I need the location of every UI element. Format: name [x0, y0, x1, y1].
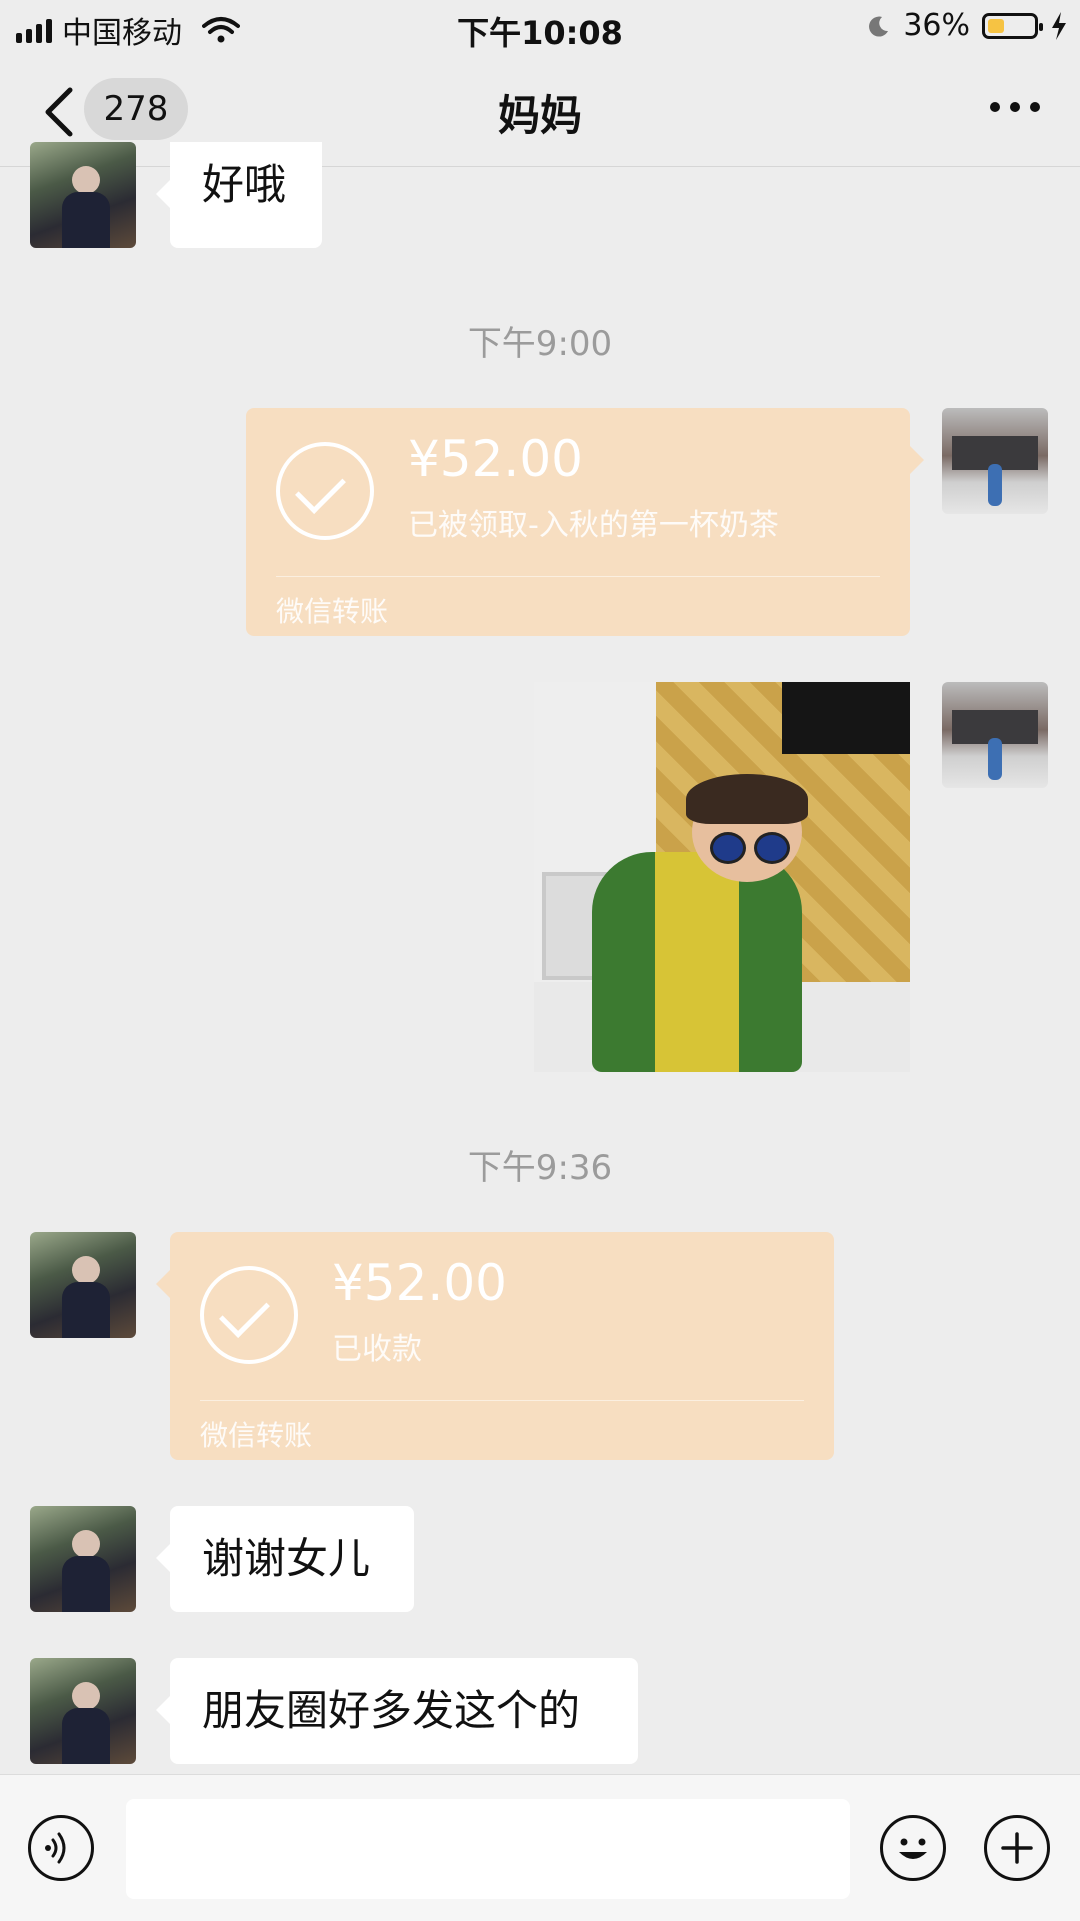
avatar-mom[interactable]: [30, 1506, 136, 1612]
message-bubble: 好哦: [156, 142, 322, 248]
avatar-mom[interactable]: [30, 1232, 136, 1338]
moon-icon: [869, 16, 889, 37]
transfer-note: 已被领取-入秋的第一杯奶茶: [408, 508, 779, 543]
avatar-mom[interactable]: [30, 142, 136, 248]
message-text: 谢谢女儿: [202, 1534, 371, 1583]
charging-icon: [1052, 11, 1066, 40]
avatar-mom[interactable]: [30, 1658, 136, 1764]
chat-title: 妈妈: [497, 91, 582, 140]
check-icon: [276, 442, 374, 540]
emoji-icon[interactable]: [880, 1815, 946, 1881]
transfer-card-received[interactable]: ¥52.00 已收款 微信转账: [156, 1232, 834, 1460]
status-right: 36%: [867, 8, 1068, 43]
transfer-amount: ¥52.00: [408, 430, 583, 488]
avatar-me[interactable]: [942, 682, 1048, 788]
message-bubble: 谢谢女儿: [156, 1506, 414, 1612]
timestamp: 下午9:36: [467, 1148, 613, 1188]
transfer-footer: 微信转账: [276, 595, 389, 628]
battery-icon: [982, 12, 1043, 39]
chat-header: 278 妈妈: [0, 56, 1080, 167]
transfer-note: 已收款: [332, 1332, 422, 1367]
message-input[interactable]: [126, 1799, 850, 1899]
status-bar: 中国移动 下午10:08 36%: [0, 0, 1080, 56]
avatar-me[interactable]: [942, 408, 1048, 514]
transfer-card-sent[interactable]: ¥52.00 已被领取-入秋的第一杯奶茶 微信转账: [246, 408, 924, 636]
more-icon[interactable]: [990, 102, 1040, 112]
transfer-divider: [200, 1400, 804, 1401]
message-text: 好哦: [202, 160, 287, 209]
message-text: 朋友圈好多发这个的: [202, 1686, 581, 1735]
message-bubble: 朋友圈好多发这个的: [156, 1658, 638, 1764]
transfer-footer: 微信转账: [200, 1419, 313, 1452]
photo-message[interactable]: [534, 682, 910, 1072]
battery-percent: 36%: [903, 8, 970, 43]
check-icon: [200, 1266, 298, 1364]
sunglasses: [710, 832, 790, 864]
input-bar: [0, 1774, 1080, 1921]
battery-fill: [988, 18, 1004, 33]
voice-icon[interactable]: [28, 1815, 94, 1881]
timestamp: 下午9:00: [467, 324, 613, 364]
add-icon[interactable]: [984, 1815, 1050, 1881]
transfer-divider: [276, 576, 880, 577]
transfer-amount: ¥52.00: [332, 1254, 507, 1312]
